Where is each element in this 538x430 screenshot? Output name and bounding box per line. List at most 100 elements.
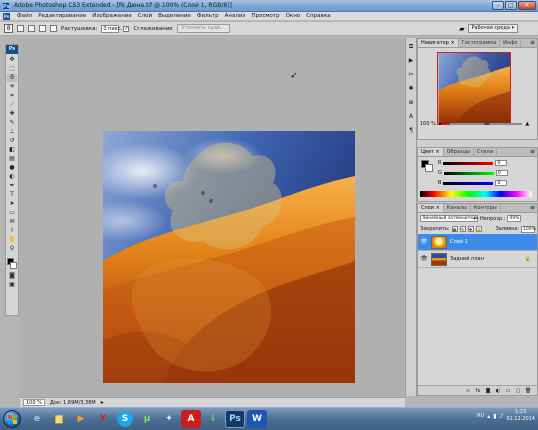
document-workspace[interactable]: ➶: [20, 38, 405, 396]
color-swatches[interactable]: [6, 257, 18, 271]
green-slider[interactable]: [443, 171, 494, 175]
menu-analysis[interactable]: Анализ: [222, 13, 249, 19]
brush-tool-icon[interactable]: ✎: [7, 119, 17, 127]
menu-image[interactable]: Изображение: [89, 13, 135, 19]
layer-row-background[interactable]: 👁 Задний план 🔒: [418, 251, 537, 268]
color-spectrum-ramp[interactable]: [420, 191, 532, 197]
lock-transparency-icon[interactable]: ▦: [451, 226, 458, 232]
taskbar-photoshop-icon[interactable]: Ps: [225, 410, 245, 428]
paragraph-panel-icon[interactable]: ¶: [407, 126, 416, 135]
layer-mask-icon[interactable]: ◙: [485, 388, 491, 394]
layer-name[interactable]: Слой 1: [450, 239, 468, 245]
new-layer-icon[interactable]: ▢: [515, 388, 521, 394]
layers-panel-menu-icon[interactable]: ≡: [530, 204, 535, 212]
navigator-thumbnail[interactable]: [437, 52, 511, 125]
menu-select[interactable]: Выделение: [155, 13, 194, 19]
tab-color[interactable]: Цвет ×: [418, 148, 444, 156]
menu-filter[interactable]: Фильтр: [194, 13, 222, 19]
eye-icon[interactable]: 👁: [420, 255, 428, 263]
taskbar-torrent-icon[interactable]: µ: [137, 410, 157, 428]
slider-knob[interactable]: [484, 120, 491, 125]
menu-edit[interactable]: Редактирование: [35, 13, 89, 19]
history-brush-tool-icon[interactable]: ↺: [7, 137, 17, 145]
trash-icon[interactable]: 🗑: [525, 388, 531, 394]
bridge-icon[interactable]: ▰: [459, 25, 464, 33]
shape-tool-icon[interactable]: ▭: [7, 209, 17, 217]
network-icon[interactable]: ▮: [493, 413, 496, 420]
marquee-tool-icon[interactable]: ⬚: [7, 65, 17, 73]
opacity-input[interactable]: 40%: [507, 215, 522, 222]
taskbar-yandex-icon[interactable]: Y: [93, 410, 113, 428]
background-color-swatch[interactable]: [10, 262, 17, 269]
green-value-input[interactable]: 0: [495, 170, 508, 176]
tab-layers[interactable]: Слои ×: [418, 204, 444, 212]
color-panel-menu-icon[interactable]: ≡: [530, 148, 535, 156]
dodge-tool-icon[interactable]: ◐: [7, 173, 17, 181]
workspace-button[interactable]: Рабочая среда ▾: [467, 24, 518, 33]
blur-tool-icon[interactable]: ●: [7, 164, 17, 172]
healing-brush-tool-icon[interactable]: ✚: [7, 110, 17, 118]
close-button[interactable]: ✕: [518, 1, 536, 10]
tray-arrow-icon[interactable]: ▴: [487, 413, 490, 420]
tab-channels[interactable]: Каналы: [444, 204, 471, 212]
hand-tool-icon[interactable]: ✋: [7, 236, 17, 244]
maximize-button[interactable]: □: [505, 1, 517, 10]
layer-row-layer1[interactable]: 👁 Слой 1: [418, 234, 537, 251]
zoom-out-icon[interactable]: ▴: [439, 121, 442, 127]
layer-style-icon[interactable]: fx: [475, 388, 481, 394]
new-group-icon[interactable]: ▭: [505, 388, 511, 394]
image-canvas[interactable]: [103, 131, 355, 383]
history-panel-icon[interactable]: ⧉: [407, 42, 416, 51]
lasso-tool-preset-icon[interactable]: ϑ: [4, 24, 13, 33]
antialias-checkbox[interactable]: ✓: [123, 25, 130, 32]
new-selection-icon[interactable]: [17, 25, 24, 32]
pen-tool-icon[interactable]: ✒: [7, 182, 17, 190]
add-to-selection-icon[interactable]: [28, 25, 35, 32]
taskbar-word-icon[interactable]: W: [247, 410, 267, 428]
magic-wand-tool-icon[interactable]: ✳: [7, 83, 17, 91]
intersect-selection-icon[interactable]: [50, 25, 57, 32]
red-slider[interactable]: [443, 161, 494, 165]
zoom-field[interactable]: 100 %: [23, 399, 45, 406]
color-background-swatch[interactable]: [425, 164, 433, 172]
taskbar-ie-icon[interactable]: e: [27, 410, 47, 428]
red-value-input[interactable]: 0: [495, 160, 508, 166]
actions-panel-icon[interactable]: ▶: [407, 56, 416, 65]
blue-value-input[interactable]: 0: [495, 180, 508, 186]
menu-file[interactable]: Файл: [14, 13, 35, 19]
fill-input[interactable]: 100%: [521, 225, 536, 233]
minimize-button[interactable]: –: [492, 1, 504, 10]
layer-name[interactable]: Задний план: [450, 256, 484, 262]
refine-edge-button[interactable]: Уточнить край...: [176, 24, 230, 33]
eye-icon[interactable]: 👁: [420, 238, 428, 246]
taskbar-media-player-icon[interactable]: ▶: [71, 410, 91, 428]
menu-layer[interactable]: Слой: [135, 13, 155, 19]
ps-menu-icon[interactable]: Ps: [3, 12, 10, 20]
subtract-selection-icon[interactable]: [39, 25, 46, 32]
start-button[interactable]: [3, 410, 21, 428]
taskbar-download-icon[interactable]: ⇓: [203, 410, 223, 428]
volume-icon[interactable]: ♪: [500, 413, 504, 420]
menu-view[interactable]: Просмотр: [248, 13, 282, 19]
tab-swatches[interactable]: Образцы: [444, 148, 474, 156]
status-menu-arrow-icon[interactable]: ▸: [101, 399, 104, 406]
tab-navigator[interactable]: Навигатор ×: [418, 39, 459, 47]
type-tool-icon[interactable]: T: [7, 191, 17, 199]
eyedropper-tool-icon[interactable]: ⌇: [7, 227, 17, 235]
adjustment-layer-icon[interactable]: ◐: [495, 388, 501, 394]
taskbar-explorer-icon[interactable]: ▆: [49, 410, 69, 428]
brushes-panel-icon[interactable]: ✱: [407, 84, 416, 93]
language-indicator[interactable]: RU: [477, 413, 484, 419]
tool-presets-icon[interactable]: ✂: [407, 70, 416, 79]
clock[interactable]: 1:23 02.12.2014: [506, 409, 535, 423]
navigator-zoom-value[interactable]: 100 %: [420, 121, 436, 127]
clone-stamp-tool-icon[interactable]: ⊥: [7, 128, 17, 136]
character-panel-icon[interactable]: A: [407, 112, 416, 121]
panel-menu-icon[interactable]: ≡: [530, 39, 535, 47]
tab-histogram[interactable]: Гистограмма: [459, 39, 501, 47]
tab-paths[interactable]: Контуры: [471, 204, 501, 212]
link-layers-icon[interactable]: ∞: [465, 388, 471, 394]
color-panel-swatches[interactable]: [421, 160, 433, 172]
eraser-tool-icon[interactable]: ◧: [7, 146, 17, 154]
tab-styles[interactable]: Стили: [474, 148, 497, 156]
